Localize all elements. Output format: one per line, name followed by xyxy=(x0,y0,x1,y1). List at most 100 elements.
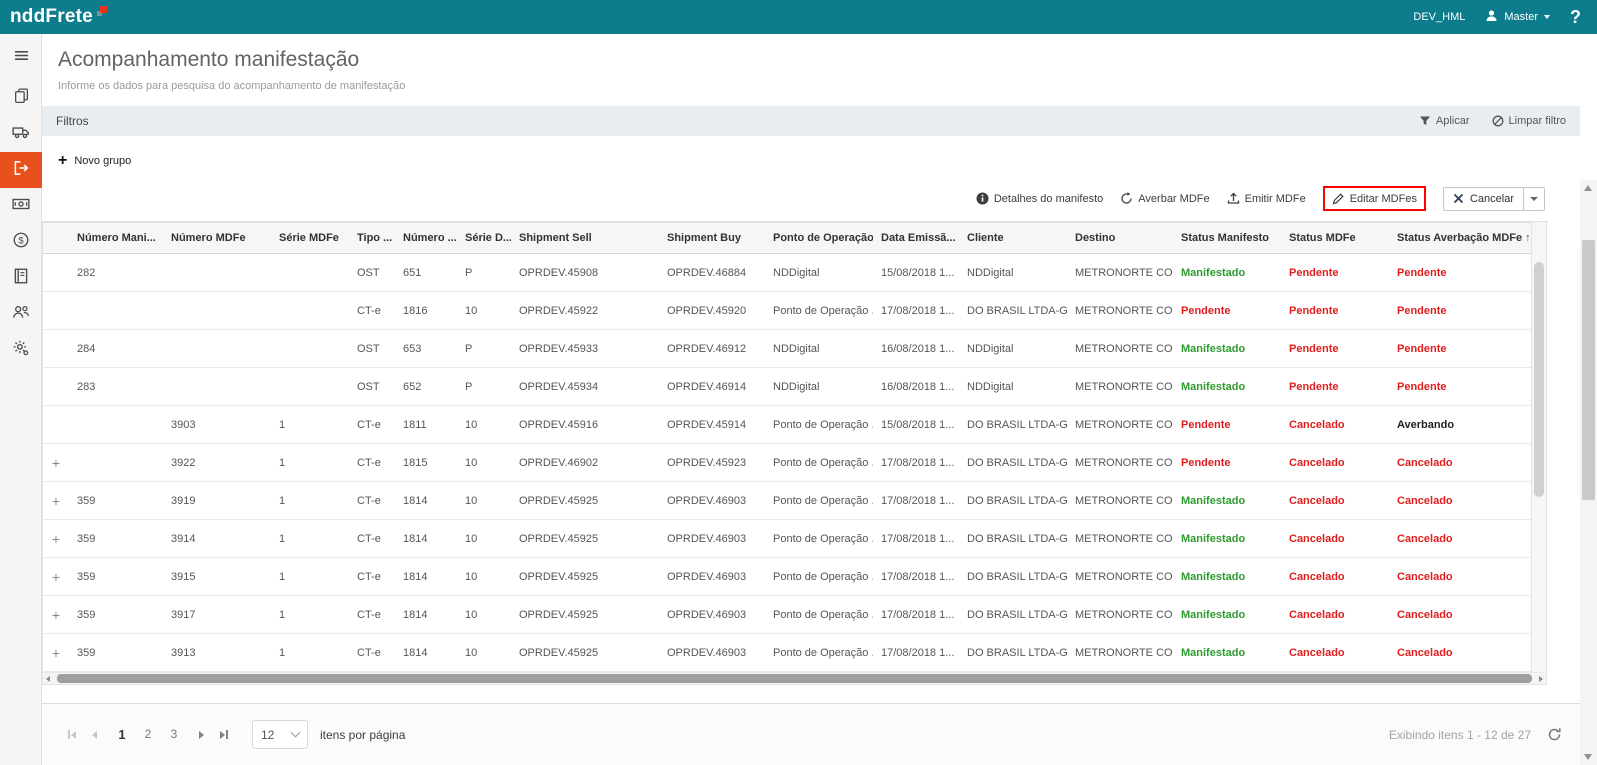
user-name: Master xyxy=(1504,11,1538,23)
page-size-value: 12 xyxy=(261,727,275,742)
action-averbar-mdfe[interactable]: Averbar MDFe xyxy=(1120,192,1210,205)
table-row[interactable]: 284 OST 653 P OPRDEV.45933 OPRDEV.46912 NDDigi… xyxy=(43,329,1533,368)
column-header-tipo_documento[interactable]: Tipo ... xyxy=(349,222,395,254)
hscroll-right-arrow-icon[interactable] xyxy=(1539,676,1543,682)
sidebar-item-settings[interactable] xyxy=(0,332,42,368)
cell-status_averbacao_mdfe: Cancelado xyxy=(1389,519,1533,558)
column-header-numero_documento[interactable]: Número ... xyxy=(395,222,457,254)
cell-serie_mdfe xyxy=(271,367,349,406)
table-row[interactable]: 282 OST 651 P OPRDEV.45908 OPRDEV.46884 NDDigi… xyxy=(43,253,1533,292)
user-menu[interactable]: Master xyxy=(1485,9,1550,25)
sidebar-item-currency[interactable]: $ xyxy=(0,224,42,260)
cell-numero_mdfe: 3919 xyxy=(163,481,271,520)
sidebar-item-truck[interactable] xyxy=(0,116,42,152)
column-header-shipment_sell[interactable]: Shipment Sell xyxy=(511,222,659,254)
sidebar-item-users[interactable] xyxy=(0,296,42,332)
column-header-ponto_operacao[interactable]: Ponto de Operação xyxy=(765,222,873,254)
action-detalhes-do-manifesto[interactable]: Detalhes do manifesto xyxy=(976,192,1103,205)
sidebar-item-documents[interactable] xyxy=(0,80,42,116)
table-row[interactable]: 3903 1 CT-e 1811 10 OPRDEV.45916 OPRDEV.45914 P… xyxy=(43,405,1533,444)
table-row[interactable]: +359 3913 1 CT-e 1814 10 OPRDEV.45925 OPRDEV.46… xyxy=(43,633,1533,672)
cell-status_manifesto: Manifestado xyxy=(1173,253,1281,292)
cell-tipo_documento: CT-e xyxy=(349,443,395,482)
cell-numero_documento: 1816 xyxy=(395,291,457,330)
table-row[interactable]: +3922 1 CT-e 1815 10 OPRDEV.46902 OPRDEV.45923… xyxy=(43,443,1533,482)
cell-cliente: NDDigital xyxy=(959,329,1067,368)
column-header-cliente[interactable]: Cliente xyxy=(959,222,1067,254)
filters-panel-header[interactable]: Filtros Aplicar Limpar filtro xyxy=(42,106,1580,136)
cell-tipo_documento: CT-e xyxy=(349,405,395,444)
hscroll-left-arrow-icon[interactable] xyxy=(46,676,50,682)
cancelar-dropdown-button[interactable] xyxy=(1523,186,1545,211)
cell-shipment_buy: OPRDEV.45914 xyxy=(659,405,765,444)
table-row[interactable]: +359 3919 1 CT-e 1814 10 OPRDEV.45925 OPRDEV.46… xyxy=(43,481,1533,520)
next-page-button[interactable] xyxy=(191,730,212,739)
cell-numero_documento: 652 xyxy=(395,367,457,406)
cell-ponto_operacao: Ponto de Operação ... xyxy=(765,481,873,520)
cancelar-button[interactable]: Cancelar xyxy=(1442,186,1524,211)
expand-row-icon[interactable]: + xyxy=(43,443,69,482)
expand-row-icon[interactable]: + xyxy=(43,595,69,634)
sidebar-item-manifest-exit[interactable] xyxy=(0,152,42,188)
column-header-serie_mdfe[interactable]: Série MDFe xyxy=(271,222,349,254)
grid-horizontal-scrollbar[interactable] xyxy=(42,672,1547,685)
column-header-serie_documento[interactable]: Série D... xyxy=(457,222,511,254)
sidebar-item-menu[interactable] xyxy=(0,40,42,76)
action-editar-mdfes[interactable]: Editar MDFes xyxy=(1322,186,1426,211)
column-header-data_emissao[interactable]: Data Emissã... xyxy=(873,222,959,254)
expand-row-icon[interactable]: + xyxy=(43,557,69,596)
page-vertical-scrollbar[interactable] xyxy=(1580,180,1597,765)
expand-row-icon[interactable]: + xyxy=(43,633,69,672)
apply-filter-button[interactable]: Aplicar xyxy=(1419,115,1470,127)
cell-shipment_buy: OPRDEV.45923 xyxy=(659,443,765,482)
cell-shipment_sell: OPRDEV.46902 xyxy=(511,443,659,482)
cell-numero_manifesto: 359 xyxy=(69,557,163,596)
table-row[interactable]: +359 3914 1 CT-e 1814 10 OPRDEV.45925 OPRDEV.46… xyxy=(43,519,1533,558)
hscroll-thumb[interactable] xyxy=(57,674,1532,683)
brand-logo[interactable]: nddFrete xyxy=(10,6,107,28)
cell-status_averbacao_mdfe: Cancelado xyxy=(1389,557,1533,596)
cell-cliente: DO BRASIL LTDA-GU... xyxy=(959,405,1067,444)
page-size-select[interactable]: 12 xyxy=(252,720,308,749)
sidebar-item-ledger[interactable] xyxy=(0,260,42,296)
prev-page-button[interactable] xyxy=(84,730,105,739)
grid-vscroll-thumb[interactable] xyxy=(1534,262,1544,497)
scroll-down-arrow-icon[interactable] xyxy=(1584,754,1592,760)
table-row[interactable]: 283 OST 652 P OPRDEV.45934 OPRDEV.46914 NDDigi… xyxy=(43,367,1533,406)
last-page-button[interactable] xyxy=(212,730,236,739)
scroll-up-arrow-icon[interactable] xyxy=(1584,185,1592,191)
column-header-shipment_buy[interactable]: Shipment Buy xyxy=(659,222,765,254)
column-header-numero_mdfe[interactable]: Número MDFe xyxy=(163,222,271,254)
refresh-button[interactable] xyxy=(1547,727,1562,742)
page-vscroll-thumb[interactable] xyxy=(1582,240,1595,500)
action-emitir-mdfe[interactable]: Emitir MDFe xyxy=(1227,192,1306,205)
page-button-1[interactable]: 1 xyxy=(109,722,135,747)
table-row[interactable]: +359 3915 1 CT-e 1814 10 OPRDEV.45925 OPRDEV.46… xyxy=(43,557,1533,596)
cell-cliente: DO BRASIL LTDA-GU... xyxy=(959,595,1067,634)
cell-serie_documento: 10 xyxy=(457,633,511,672)
new-group-button[interactable]: + Novo grupo xyxy=(58,153,131,169)
cell-cliente: DO BRASIL LTDA-GU... xyxy=(959,443,1067,482)
grid-vertical-scrollbar[interactable] xyxy=(1531,222,1546,672)
first-page-button[interactable] xyxy=(60,730,84,739)
column-header-status_manifesto[interactable]: Status Manifesto xyxy=(1173,222,1281,254)
expand-row-icon[interactable]: + xyxy=(43,519,69,558)
cell-shipment_sell: OPRDEV.45933 xyxy=(511,329,659,368)
column-header-status_mdfe[interactable]: Status MDFe xyxy=(1281,222,1389,254)
filters-title: Filtros xyxy=(56,114,89,128)
column-header-numero_manifesto[interactable]: Número Mani... xyxy=(69,222,163,254)
column-header-status_averbacao_mdfe[interactable]: Status Averbação MDFe ↑ xyxy=(1389,222,1533,254)
page-button-3[interactable]: 3 xyxy=(161,722,187,747)
cell-status_mdfe: Cancelado xyxy=(1281,405,1389,444)
sidebar-item-banknote[interactable] xyxy=(0,188,42,224)
help-button[interactable]: ? xyxy=(1570,7,1581,28)
cell-status_manifesto: Manifestado xyxy=(1173,329,1281,368)
table-row[interactable]: CT-e 1816 10 OPRDEV.45922 OPRDEV.45920 Ponto … xyxy=(43,291,1533,330)
cell-ponto_operacao: NDDigital xyxy=(765,253,873,292)
expand-row-icon[interactable]: + xyxy=(43,481,69,520)
clear-filter-button[interactable]: Limpar filtro xyxy=(1492,115,1566,127)
column-header-destino[interactable]: Destino xyxy=(1067,222,1173,254)
table-row[interactable]: +359 3917 1 CT-e 1814 10 OPRDEV.45925 OPRDEV.46… xyxy=(43,595,1533,634)
page-button-2[interactable]: 2 xyxy=(135,722,161,747)
cell-status_averbacao_mdfe: Cancelado xyxy=(1389,595,1533,634)
